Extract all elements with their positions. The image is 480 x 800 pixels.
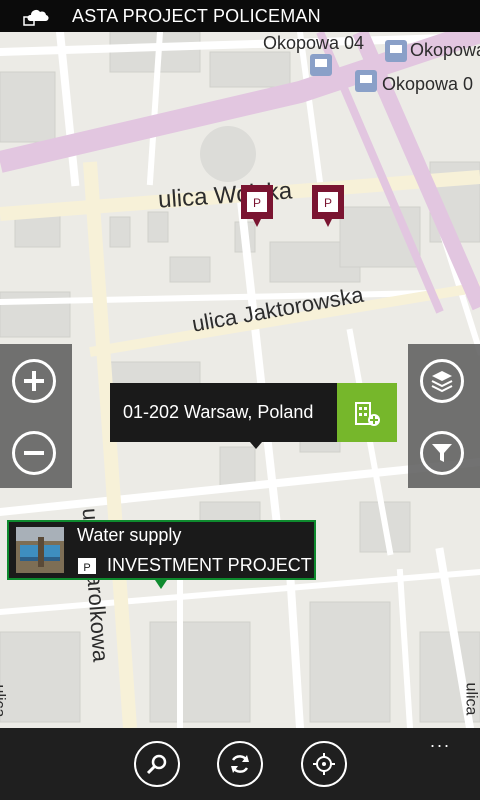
zoom-out-button[interactable] [12, 431, 56, 475]
project-type-icon: P [78, 558, 96, 574]
refresh-icon [231, 755, 249, 773]
filter-button[interactable] [420, 431, 464, 475]
svg-text:P: P [324, 196, 332, 210]
popup-pointer [250, 442, 262, 449]
filter-icon [432, 444, 452, 462]
add-project-button[interactable] [337, 383, 397, 442]
layers-button[interactable] [420, 359, 464, 403]
locate-me-button[interactable] [301, 741, 347, 787]
location-popup: 01-202 Warsaw, Poland [110, 383, 397, 449]
svg-text:P: P [83, 562, 90, 574]
layers-icon [431, 371, 453, 393]
location-address: 01-202 Warsaw, Poland [110, 383, 337, 442]
zoom-out-icon [24, 451, 44, 455]
street-label-okopowa-a: Okopowa [410, 40, 480, 60]
project-callout[interactable]: Water supply P INVESTMENT PROJECT [7, 520, 316, 580]
title-bar: ASTA PROJECT POLICEMAN [0, 0, 480, 32]
zoom-in-button[interactable] [12, 359, 56, 403]
project-pin-2[interactable]: P [311, 184, 345, 228]
project-name: Water supply [77, 525, 182, 545]
refresh-button[interactable] [217, 741, 263, 787]
street-label-edge-right: ulica [462, 682, 480, 716]
zoom-controls [0, 344, 72, 488]
project-type: INVESTMENT PROJECT [107, 555, 312, 575]
add-building-icon [355, 401, 380, 426]
project-thumbnail [16, 527, 64, 573]
street-label-okopowa-b: Okopowa 0 [382, 74, 474, 94]
project-pin-icon: P [241, 185, 273, 227]
search-button[interactable] [134, 741, 180, 787]
street-label-edge-left: ulica [0, 684, 8, 718]
search-icon [146, 754, 167, 775]
cloud-project-logo-icon [23, 10, 49, 26]
callout-pointer [155, 580, 167, 589]
svg-text:P: P [253, 196, 261, 210]
app-bar: ... [0, 728, 480, 800]
project-pin-1[interactable]: P [240, 184, 274, 228]
street-label-okopowa-04: Okopowa 04 [263, 33, 365, 53]
locate-icon [313, 753, 335, 775]
more-options[interactable]: ... [430, 732, 451, 750]
project-pin-icon: P [312, 185, 344, 227]
map-controls [408, 344, 480, 488]
app-title: ASTA PROJECT POLICEMAN [72, 6, 321, 26]
zoom-in-icon [24, 371, 44, 391]
